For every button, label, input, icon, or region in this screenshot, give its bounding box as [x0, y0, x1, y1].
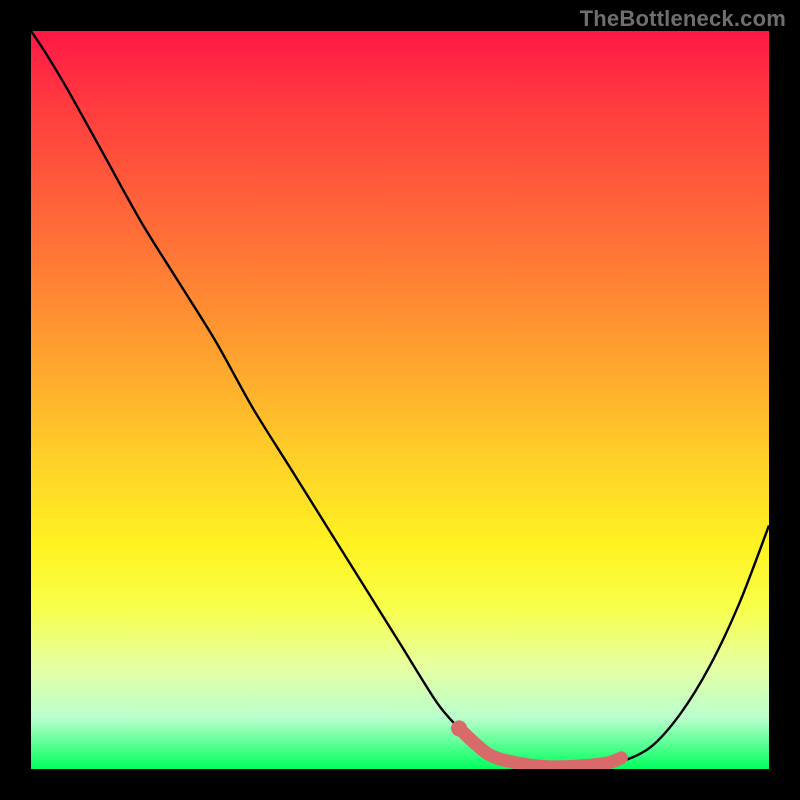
chart-stage: TheBottleneck.com [0, 0, 800, 800]
optimal-range-highlight [459, 728, 621, 767]
chart-svg [31, 31, 769, 769]
watermark-text: TheBottleneck.com [580, 6, 786, 32]
bottleneck-curve [31, 31, 769, 768]
optimal-range-start-dot [451, 720, 467, 736]
plot-area [31, 31, 769, 769]
